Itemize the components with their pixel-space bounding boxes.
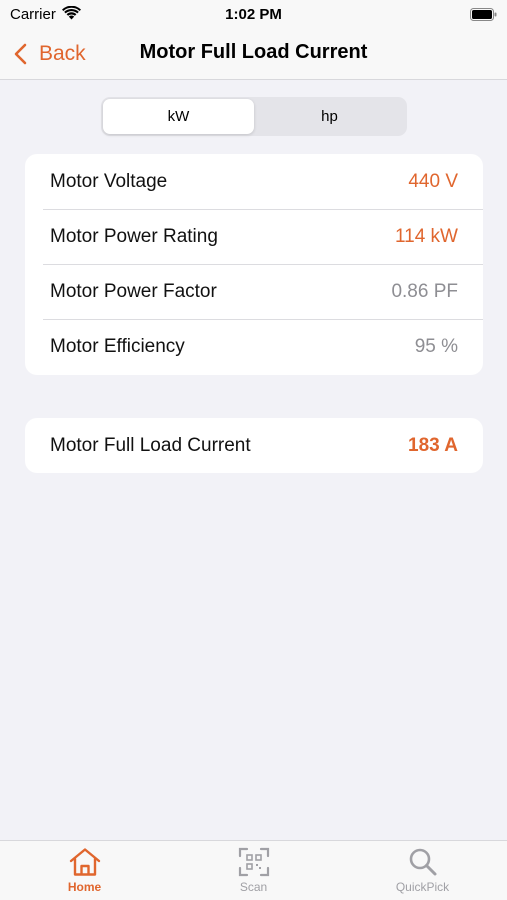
segment-kw[interactable]: kW (103, 99, 254, 134)
motor-power-factor-row[interactable]: Motor Power Factor 0.86 PF (25, 264, 483, 319)
full-load-current-row: Motor Full Load Current 183 A (25, 418, 483, 473)
status-bar: Carrier 1:02 PM (0, 0, 507, 30)
motor-efficiency-label: Motor Efficiency (50, 335, 185, 357)
full-load-current-label: Motor Full Load Current (50, 434, 251, 456)
full-load-current-value: 183 A (408, 434, 458, 456)
tab-bar: Home Scan QuickPick (0, 840, 507, 900)
tab-quickpick[interactable]: QuickPick (338, 841, 507, 900)
unit-segmented-control: kW hp (101, 97, 407, 136)
tab-scan-label: Scan (239, 880, 268, 894)
motor-voltage-row[interactable]: Motor Voltage 440 V (25, 154, 483, 209)
motor-power-factor-value: 0.86 PF (391, 280, 458, 302)
result-card: Motor Full Load Current 183 A (25, 418, 483, 473)
page-title: Motor Full Load Current (139, 41, 368, 63)
tab-home[interactable]: Home (0, 841, 169, 900)
motor-voltage-label: Motor Voltage (50, 170, 168, 192)
motor-voltage-value: 440 V (408, 170, 458, 192)
motor-efficiency-row[interactable]: Motor Efficiency 95 % (25, 319, 483, 374)
motor-efficiency-value: 95 % (414, 335, 458, 357)
motor-power-factor-label: Motor Power Factor (50, 280, 217, 302)
inputs-card: Motor Voltage 440 V Motor Power Rating 1… (25, 154, 483, 375)
tab-home-label: Home (67, 880, 102, 894)
scan-icon (238, 847, 269, 877)
tab-quickpick-label: QuickPick (395, 880, 450, 894)
home-icon (69, 848, 100, 876)
motor-power-rating-row[interactable]: Motor Power Rating 114 kW (25, 209, 483, 264)
navigation-bar: Back Motor Full Load Current (0, 30, 507, 80)
motor-power-rating-value: 114 kW (394, 225, 458, 247)
battery-icon (470, 8, 497, 21)
tab-scan[interactable]: Scan (169, 841, 338, 900)
clock: 1:02 PM (225, 6, 282, 23)
segment-hp[interactable]: hp (254, 99, 405, 134)
motor-power-rating-label: Motor Power Rating (50, 225, 218, 247)
search-icon (409, 848, 436, 876)
